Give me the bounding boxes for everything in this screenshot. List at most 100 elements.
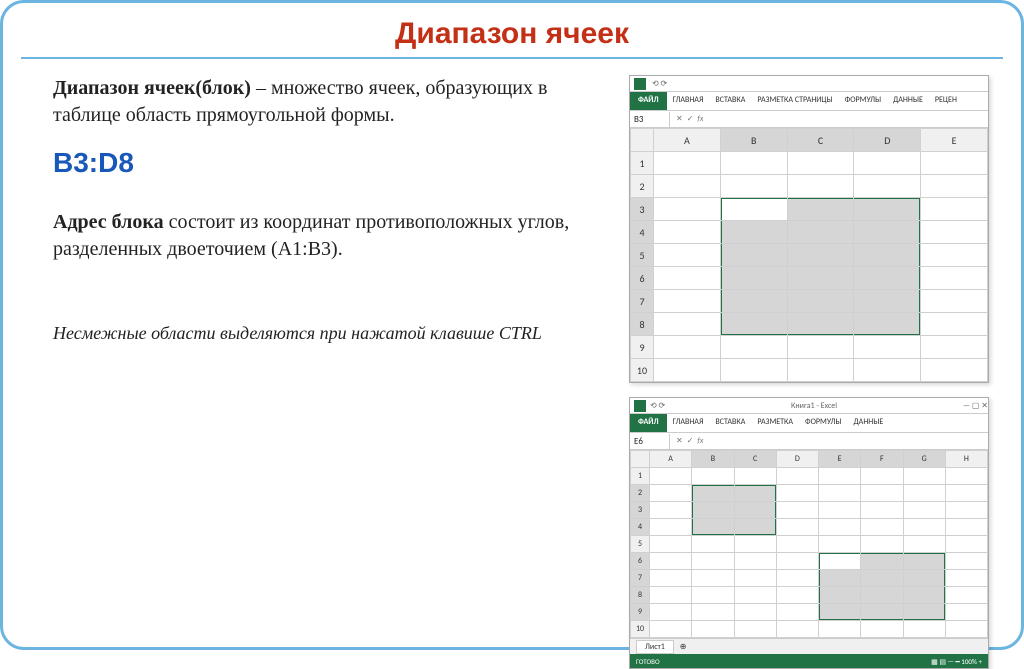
row-header: 5 [631,536,649,552]
cell [721,198,787,220]
name-box: B3 [630,112,670,127]
definition-term: Диапазон ячеек(блок) [53,77,251,99]
ribbon-tab: ГЛАВНАЯ [667,414,710,432]
sheet-tab: Лист1 [636,640,674,654]
cell [735,502,776,518]
ribbon-file-tab: ФАЙЛ [630,92,667,110]
row-header: 3 [631,502,649,518]
cell [788,198,854,220]
cell [904,570,945,586]
cell [650,587,691,603]
row-header: 9 [631,336,653,358]
cell [854,267,920,289]
col-header: B [721,129,787,151]
address-term: Адрес блока [53,211,164,233]
row-header: 2 [631,175,653,197]
cell [854,152,920,174]
cell [721,267,787,289]
cell [904,536,945,552]
cell [904,587,945,603]
cell [735,587,776,603]
cell [777,468,818,484]
cell [854,359,920,381]
cell [921,244,987,266]
row-header: 1 [631,152,653,174]
cell [721,152,787,174]
col-header: A [650,451,691,467]
cell [692,621,733,637]
cell [735,519,776,535]
cell [854,336,920,358]
row-header: 6 [631,267,653,289]
cell [735,570,776,586]
cell [777,621,818,637]
row-header: 4 [631,221,653,243]
cell [946,587,987,603]
cell [654,152,720,174]
col-header: D [854,129,920,151]
cell [854,313,920,335]
cell [946,536,987,552]
cell [654,336,720,358]
cell [921,152,987,174]
cell [921,336,987,358]
row-header: 9 [631,604,649,620]
cell [692,519,733,535]
window-controls: — ▢ ✕ [963,401,988,411]
row-header: 7 [631,570,649,586]
cell [921,198,987,220]
col-header: F [861,451,902,467]
cell [861,485,902,501]
col-header: A [654,129,720,151]
cell [861,536,902,552]
cell [650,485,691,501]
cell [777,570,818,586]
cell [861,587,902,603]
cell [650,621,691,637]
cell [692,536,733,552]
cell [654,267,720,289]
ribbon-tab: ГЛАВНАЯ [667,92,710,110]
address-para: Адрес блока состоит из координат противо… [53,209,609,263]
cell [777,502,818,518]
cell [650,519,691,535]
cell [721,336,787,358]
cell [854,290,920,312]
cell [650,468,691,484]
new-sheet-icon: ⊕ [680,642,687,652]
row-header: 6 [631,553,649,569]
cell [777,604,818,620]
cell [721,290,787,312]
cell [650,502,691,518]
cell [650,536,691,552]
cell [788,152,854,174]
range-example: B3:D8 [53,147,609,179]
ribbon-tab: ДАННЫЕ [848,414,890,432]
cell [904,502,945,518]
cell [735,553,776,569]
cell [777,587,818,603]
cell [654,221,720,243]
cell [721,359,787,381]
excel-screenshot-2: ⟲ ⟳ Книга1 - Excel — ▢ ✕ ФАЙЛ ГЛАВНАЯ ВС… [629,397,989,669]
cell [861,468,902,484]
spreadsheet-grid: ABCDEFGH12345678910 [630,450,988,638]
cell [921,175,987,197]
qat-icons: ⟲ ⟳ [650,401,665,411]
cell [735,621,776,637]
cell [861,553,902,569]
ribbon-tab: РАЗМЕТКА [751,414,799,432]
cell [650,570,691,586]
definition-para: Диапазон ячеек(блок) – множество ячеек, … [53,75,609,129]
ribbon-tab: РЕЦЕН [929,92,963,110]
row-header: 10 [631,359,653,381]
page-title: Диапазон ячеек [21,17,1003,51]
row-header: 1 [631,468,649,484]
ribbon-tab: ВСТАВКА [709,414,751,432]
cell [946,570,987,586]
col-header: C [788,129,854,151]
ribbon-tab: РАЗМЕТКА СТРАНИЦЫ [751,92,838,110]
cell [735,468,776,484]
ribbon-tab: ФОРМУЛЫ [799,414,848,432]
cell [861,570,902,586]
